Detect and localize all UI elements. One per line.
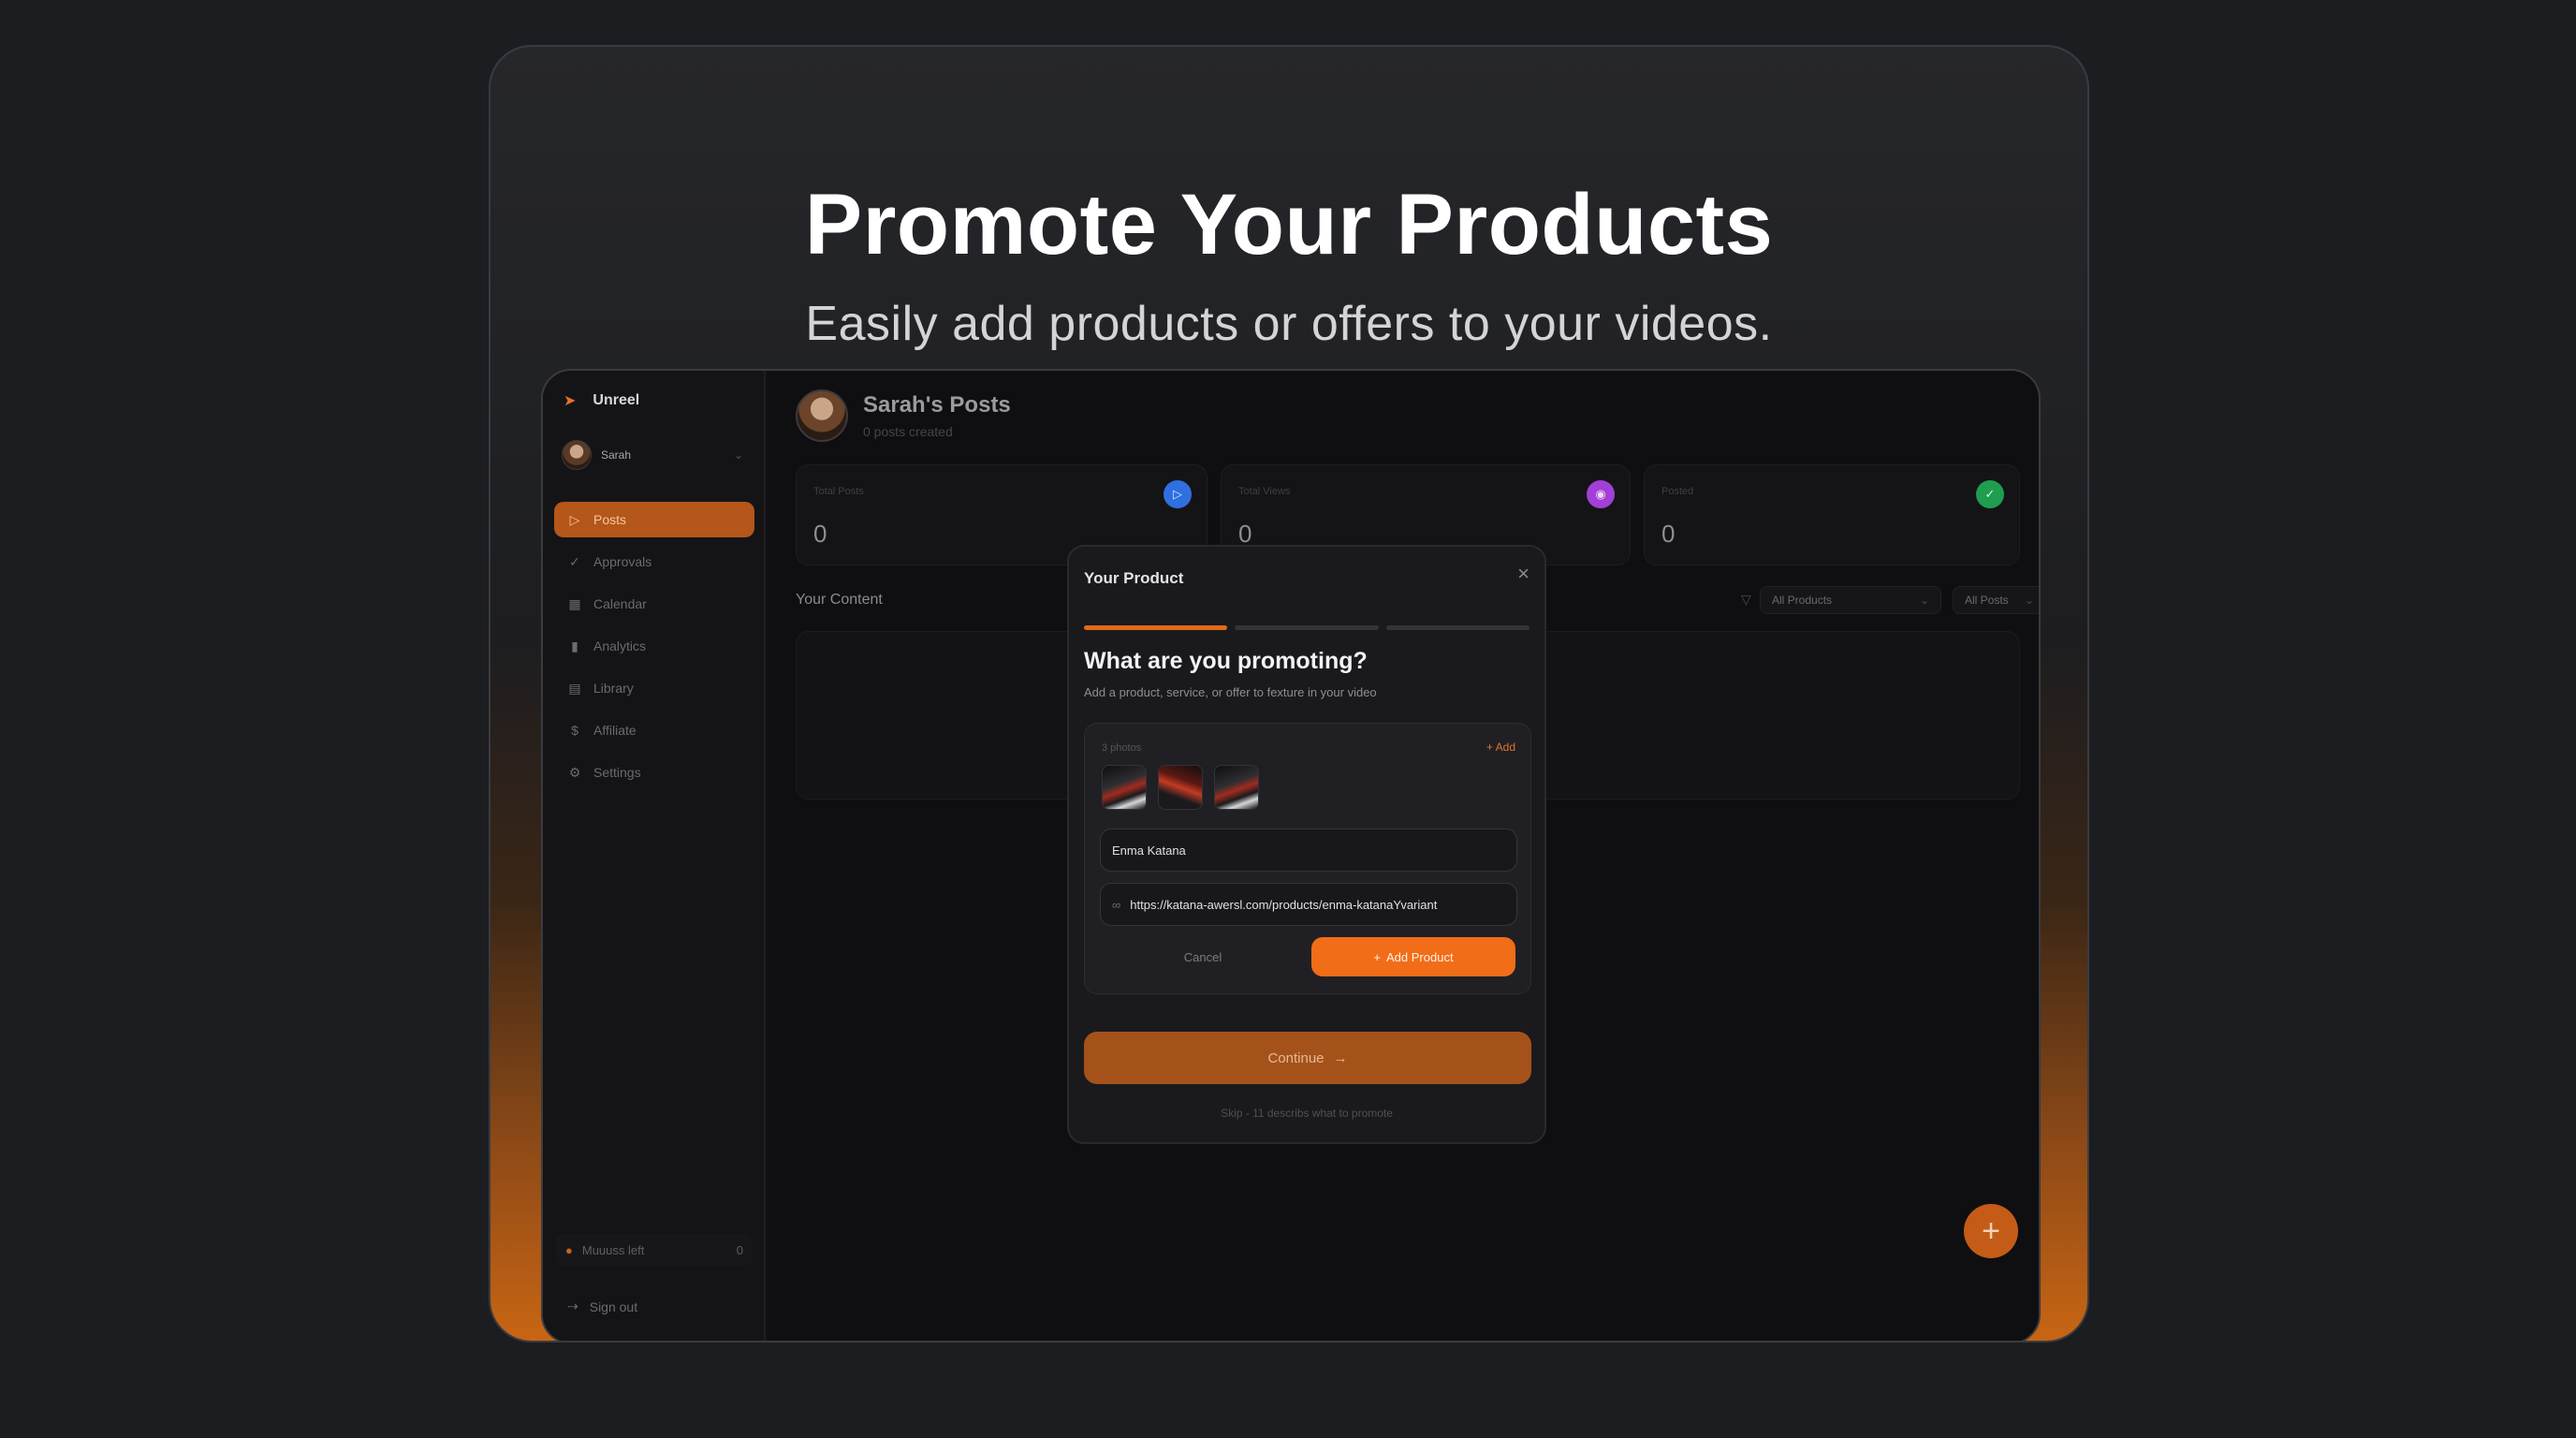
sidebar-item-label: Affiliate bbox=[593, 723, 637, 738]
stat-card-posted: Posted 0 ✓ bbox=[1644, 464, 2020, 565]
sign-out-label: Sign out bbox=[589, 1299, 638, 1314]
sidebar-item-label: Calendar bbox=[593, 596, 647, 611]
modal-description: Add a product, service, or offer to fext… bbox=[1084, 685, 1377, 699]
add-photo-button[interactable]: + Add bbox=[1486, 741, 1515, 754]
play-icon: ▷ bbox=[1164, 480, 1192, 508]
product-modal: Your Product × What are you promoting? A… bbox=[1067, 545, 1546, 1144]
sidebar-nav: ▷ Posts ✓ Approvals ▦ Calendar ▮ Analyti… bbox=[554, 502, 754, 797]
link-icon: ∞ bbox=[1112, 897, 1121, 912]
gear-icon: ⚙ bbox=[568, 764, 581, 780]
continue-label: Continue bbox=[1267, 1049, 1325, 1066]
calendar-icon: ▦ bbox=[568, 595, 581, 611]
user-switcher[interactable]: Sarah ⌄ bbox=[558, 434, 751, 476]
brand-name: Unreel bbox=[593, 392, 640, 408]
logo-icon: ➤ bbox=[564, 393, 577, 409]
coins-icon: ● bbox=[565, 1242, 573, 1257]
modal-title: Your Product bbox=[1084, 569, 1184, 587]
skip-link[interactable]: Skip - 11 describs what to promote bbox=[1069, 1107, 1544, 1120]
sign-out-button[interactable]: ⇢ Sign out bbox=[567, 1299, 637, 1314]
sidebar-item-label: Settings bbox=[593, 765, 641, 780]
sidebar: ➤ Unreel Sarah ⌄ ▷ Posts ✓ Approvals ▦ C… bbox=[543, 371, 766, 1341]
credits-count: 0 bbox=[736, 1242, 743, 1257]
product-photo[interactable] bbox=[1158, 765, 1203, 810]
plus-icon: + bbox=[1982, 1212, 2000, 1249]
cancel-button[interactable]: Cancel bbox=[1100, 937, 1306, 976]
modal-heading: What are you promoting? bbox=[1084, 648, 1368, 674]
products-filter-select[interactable]: All Products ⌄ bbox=[1760, 586, 1941, 614]
create-post-button[interactable]: + bbox=[1964, 1204, 2018, 1258]
stat-label: Total Posts bbox=[813, 486, 864, 497]
posts-header: Sarah's Posts 0 posts created bbox=[796, 389, 1011, 442]
brand[interactable]: ➤ Unreel bbox=[564, 386, 639, 416]
close-icon[interactable]: × bbox=[1517, 562, 1530, 586]
progress-step bbox=[1084, 625, 1228, 630]
dollar-icon: $ bbox=[571, 723, 578, 738]
sidebar-item-analytics[interactable]: ▮ Analytics bbox=[554, 628, 754, 664]
avatar bbox=[796, 389, 848, 442]
posts-filter-select[interactable]: All Posts ⌄ bbox=[1953, 586, 2039, 614]
sidebar-item-calendar[interactable]: ▦ Calendar bbox=[554, 586, 754, 622]
stat-value: 0 bbox=[1661, 520, 1676, 548]
product-form: 3 photos + Add Enma Katana ∞ https://kat… bbox=[1084, 723, 1531, 994]
avatar bbox=[562, 440, 592, 470]
credits-label: Muuuss left bbox=[581, 1242, 645, 1257]
chevron-down-icon: ⌄ bbox=[2024, 594, 2034, 607]
progress-step bbox=[1235, 625, 1379, 630]
check-circle-icon: ✓ bbox=[569, 553, 580, 569]
hero-subtitle: Easily add products or offers to your vi… bbox=[805, 297, 1773, 351]
user-name: Sarah bbox=[601, 448, 632, 462]
check-icon: ✓ bbox=[1976, 480, 2004, 508]
continue-button[interactable]: Continue → bbox=[1084, 1032, 1531, 1084]
sidebar-item-approvals[interactable]: ✓ Approvals bbox=[554, 544, 754, 580]
filter-icon: ▽ bbox=[1741, 592, 1751, 607]
sidebar-item-label: Analytics bbox=[593, 638, 647, 653]
bar-chart-icon: ▮ bbox=[571, 638, 578, 653]
sidebar-item-settings[interactable]: ⚙ Settings bbox=[554, 755, 754, 790]
add-product-label: Add Product bbox=[1386, 949, 1454, 964]
page-title: Sarah's Posts bbox=[863, 392, 1011, 418]
chevron-down-icon: ⌄ bbox=[1919, 594, 1929, 607]
photo-thumbnails bbox=[1102, 765, 1259, 810]
sidebar-item-posts[interactable]: ▷ Posts bbox=[554, 502, 754, 537]
product-photo[interactable] bbox=[1214, 765, 1259, 810]
play-icon: ▷ bbox=[569, 511, 580, 527]
product-photo[interactable] bbox=[1102, 765, 1147, 810]
sidebar-item-label: Approvals bbox=[593, 554, 652, 569]
product-url-value: https://katana-awersl.com/products/enma-… bbox=[1130, 897, 1438, 912]
product-name-value: Enma Katana bbox=[1112, 843, 1186, 858]
product-url-field[interactable]: ∞ https://katana-awersl.com/products/enm… bbox=[1100, 883, 1517, 926]
arrow-right-icon: → bbox=[1333, 1049, 1348, 1066]
progress-step bbox=[1385, 625, 1530, 630]
app-window: ➤ Unreel Sarah ⌄ ▷ Posts ✓ Approvals ▦ C… bbox=[541, 369, 2041, 1341]
product-name-field[interactable]: Enma Katana bbox=[1100, 829, 1517, 872]
page-subtitle: 0 posts created bbox=[863, 424, 953, 439]
stat-label: Total Views bbox=[1238, 486, 1291, 497]
showcase-frame: Promote Your Products Easily add product… bbox=[489, 45, 2089, 1343]
hero-title: Promote Your Products bbox=[804, 177, 1774, 272]
credits-indicator: ● Muuuss left 0 bbox=[556, 1234, 753, 1266]
sidebar-item-label: Library bbox=[593, 681, 634, 696]
logout-icon: ⇢ bbox=[567, 1299, 578, 1313]
stat-value: 0 bbox=[813, 520, 827, 548]
select-value: All Products bbox=[1772, 594, 1833, 607]
plus-icon: + bbox=[1373, 949, 1382, 964]
sidebar-item-affiliate[interactable]: $ Affiliate bbox=[554, 712, 754, 748]
step-progress bbox=[1084, 625, 1530, 630]
add-product-button[interactable]: + Add Product bbox=[1311, 937, 1515, 976]
sidebar-item-library[interactable]: ▤ Library bbox=[554, 670, 754, 706]
photos-count: 3 photos bbox=[1102, 742, 1142, 754]
book-icon: ▤ bbox=[568, 680, 581, 696]
sidebar-item-label: Posts bbox=[593, 512, 627, 527]
stat-label: Posted bbox=[1661, 486, 1694, 497]
section-title: Your Content bbox=[796, 592, 883, 608]
chevron-down-icon: ⌄ bbox=[733, 448, 743, 462]
eye-icon: ◉ bbox=[1587, 480, 1615, 508]
select-value: All Posts bbox=[1965, 594, 2009, 607]
